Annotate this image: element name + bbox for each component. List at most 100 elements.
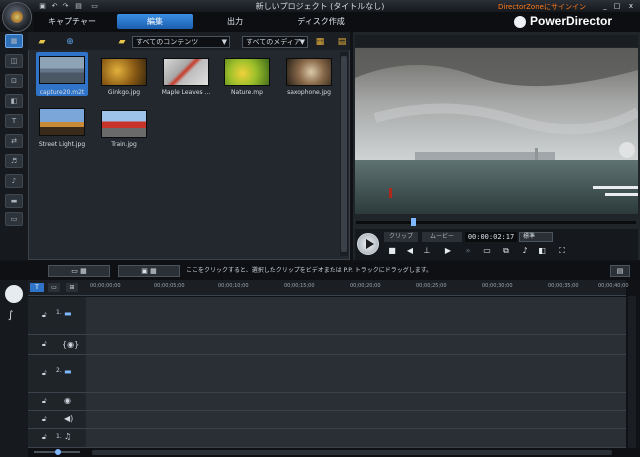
lock-icon[interactable]: 🔓︎	[42, 369, 47, 378]
media-filter-value: すべてのメディア	[246, 38, 301, 46]
music-track-icon: ♫	[64, 432, 72, 441]
media-item-name: Street Light.jpg	[38, 141, 86, 148]
save-icon[interactable]: ▤	[74, 2, 83, 10]
media-room-icon[interactable]: ▦	[5, 34, 23, 48]
tab-produce[interactable]: 出力	[203, 14, 267, 29]
title-room-icon[interactable]: T	[5, 114, 23, 128]
audio-mixing-room-icon[interactable]: ♬	[5, 154, 23, 168]
3d-icon[interactable]: ◧	[536, 245, 548, 256]
fullscreen-icon[interactable]: ⛶	[556, 245, 568, 256]
track-number: 1.	[56, 309, 62, 316]
timeline-hint-text: ここをクリックすると、選択したクリップをビデオまたは P.P. トラックにドラッ…	[186, 267, 433, 274]
seek-bar[interactable]	[356, 221, 636, 224]
split-icon[interactable]: ⊥	[421, 245, 433, 256]
transition-room-icon[interactable]: ⇄	[5, 134, 23, 148]
media-filter-dropdown[interactable]: すべてのメディア ▼	[242, 36, 308, 48]
quality-dropdown[interactable]: 標準	[519, 232, 553, 242]
subtitle-room-icon[interactable]: ▭	[5, 212, 23, 226]
particle-room-icon[interactable]: ◧	[5, 94, 23, 108]
storyboard-view-button[interactable]: ▣ ▦	[118, 265, 180, 277]
fast-forward-icon[interactable]: »	[462, 245, 474, 256]
media-thumbnail[interactable]	[286, 58, 332, 86]
magic-tool-icon[interactable]	[5, 285, 23, 303]
track-header-pip[interactable]: 🔓︎ 2. ▬	[28, 355, 86, 393]
room-strip: ▦ ◫ ⊡ ◧ T ⇄ ♬ ♪ ▬ ▭	[0, 32, 28, 260]
track-number: 1.	[56, 433, 62, 440]
tab-create-disc[interactable]: ディスク作成	[283, 14, 359, 29]
timeline-settings-icon[interactable]: ▤	[610, 265, 630, 277]
download-icon[interactable]: ⊕	[62, 36, 78, 48]
previous-frame-icon[interactable]: ◀	[404, 245, 416, 256]
window-title: 新しいプロジェクト (タイトルなし)	[255, 2, 385, 11]
undock-icon[interactable]: ⧉	[500, 245, 512, 256]
lock-icon[interactable]: 🔓︎	[42, 397, 47, 406]
tab-capture[interactable]: キャプチャー	[40, 14, 104, 29]
video-track-icon: ▬	[64, 309, 72, 318]
snapshot-icon[interactable]: ▭	[481, 245, 493, 256]
new-icon[interactable]: ▣	[38, 2, 47, 10]
seek-handle[interactable]	[411, 218, 416, 226]
effect-room-icon[interactable]: ◫	[5, 54, 23, 68]
voice-track[interactable]	[86, 411, 626, 429]
timeline-tools: ∫	[0, 280, 28, 457]
lock-icon[interactable]: 🔓︎	[42, 433, 47, 442]
app-logo-icon[interactable]	[2, 2, 32, 32]
media-thumbnail[interactable]	[163, 58, 209, 86]
restore-button[interactable]: □	[612, 2, 622, 10]
video-track[interactable]	[86, 297, 626, 335]
track-header-audio[interactable]: 🔓︎ {◉}	[28, 335, 86, 355]
media-thumbnail[interactable]	[224, 58, 270, 86]
chevron-down-icon: ▼	[221, 38, 227, 46]
close-button[interactable]: x	[626, 2, 636, 10]
directorzone-signin-link[interactable]: DirectorZoneにサインイン	[498, 2, 586, 12]
lock-icon[interactable]: 🔓︎	[42, 340, 47, 349]
stop-icon[interactable]: ■	[386, 245, 398, 256]
track-header-voice[interactable]: 🔓︎ ◀)	[28, 411, 86, 429]
music-track[interactable]	[86, 429, 626, 448]
movie-mode-button[interactable]: ムービー	[422, 232, 462, 242]
content-filter-dropdown[interactable]: すべてのコンテンツ ▼	[132, 36, 230, 48]
volume-icon[interactable]: ♪	[519, 245, 531, 256]
timeline-view-button[interactable]: ▭ ▦	[48, 265, 110, 277]
track-number: 2.	[56, 367, 62, 374]
pip-room-icon[interactable]: ⊡	[5, 74, 23, 88]
voiceover-room-icon[interactable]: ♪	[5, 174, 23, 188]
timeline-horizontal-scrollbar[interactable]	[92, 450, 612, 455]
pip-track[interactable]	[86, 355, 626, 393]
content-filter-value: すべてのコンテンツ	[136, 38, 199, 46]
voice-track-icon: ◀)	[64, 414, 74, 423]
next-frame-icon[interactable]: ▶	[442, 245, 454, 256]
clip-mode-button[interactable]: クリップ	[384, 232, 418, 242]
wand-icon[interactable]: ∫	[8, 310, 13, 321]
track-header-title[interactable]: 🔓︎ ◉	[28, 393, 86, 411]
media-thumbnail[interactable]	[101, 58, 147, 86]
zoom-slider-knob[interactable]	[55, 449, 61, 455]
library-scrollbar[interactable]	[340, 52, 348, 256]
chapter-room-icon[interactable]: ▬	[5, 194, 23, 208]
undo-icon[interactable]: ↶	[50, 2, 59, 10]
media-thumbnail[interactable]	[39, 56, 85, 84]
audio-track[interactable]	[86, 335, 626, 355]
library-menu-icon[interactable]: ▤	[334, 36, 350, 48]
lock-icon[interactable]: 🔓︎	[42, 311, 47, 320]
track-header-video[interactable]: 🔓︎ ▬ 1.	[28, 297, 86, 335]
track-manager-icon[interactable]: ⊞	[66, 283, 78, 292]
media-thumbnail[interactable]	[39, 108, 85, 136]
track-view-icon[interactable]: T	[30, 283, 44, 292]
minimize-button[interactable]: _	[600, 2, 610, 10]
play-button[interactable]	[357, 233, 379, 255]
folder-icon[interactable]: ▭	[90, 2, 99, 10]
track-fit-icon[interactable]: ▭	[48, 283, 60, 292]
import-folder-icon[interactable]: ▰	[34, 36, 50, 48]
preview-video	[355, 48, 638, 214]
lock-icon[interactable]: 🔓︎	[42, 415, 47, 424]
grid-view-icon[interactable]: ▦	[312, 36, 328, 48]
title-track[interactable]	[86, 393, 626, 411]
timeline-vertical-scrollbar[interactable]	[628, 296, 636, 448]
library-folder-icon[interactable]: ▰	[114, 36, 130, 48]
tab-edit[interactable]: 編集	[117, 14, 193, 29]
timecode-display[interactable]: 00:00:02:17	[465, 232, 517, 242]
media-thumbnail[interactable]	[101, 110, 147, 138]
track-header-music[interactable]: 🔓︎ 1. ♫	[28, 429, 86, 448]
redo-icon[interactable]: ↷	[61, 2, 70, 10]
